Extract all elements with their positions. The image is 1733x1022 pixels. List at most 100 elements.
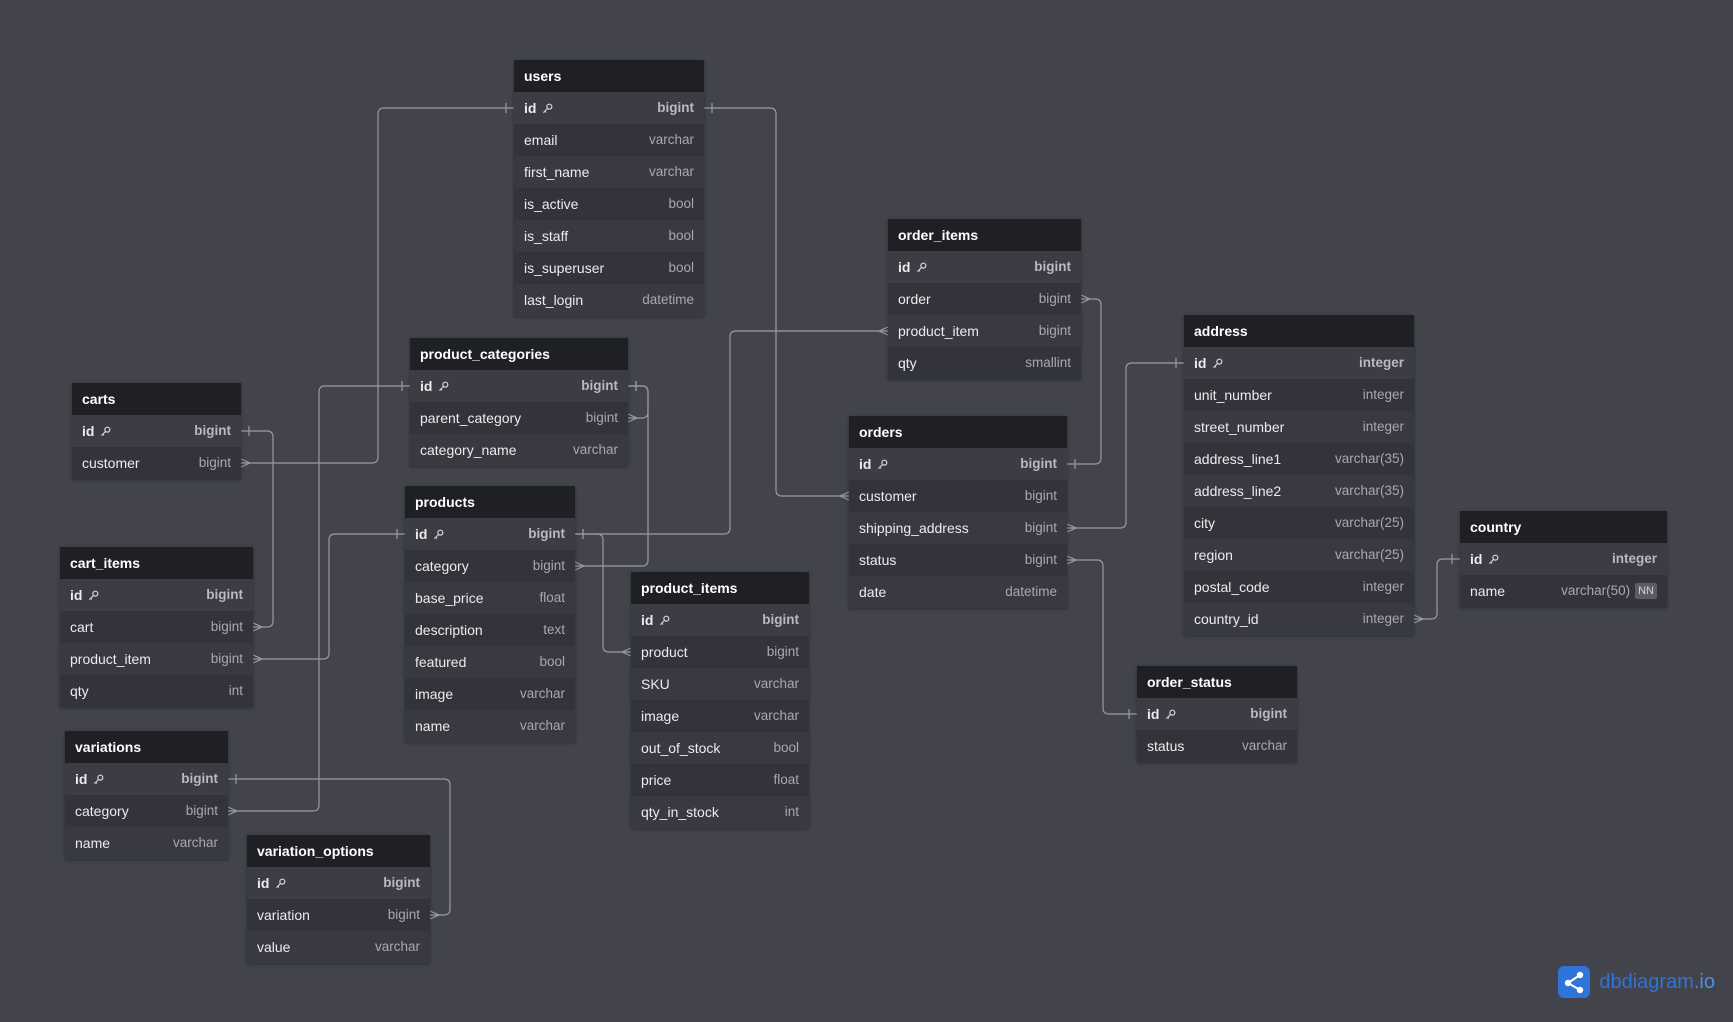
- table-products[interactable]: products id bigint category bigint base_price…: [405, 486, 575, 742]
- field-row[interactable]: image varchar: [631, 700, 809, 732]
- field-row[interactable]: last_login datetime: [514, 284, 704, 316]
- field-row-primary-key[interactable]: id integer: [1460, 543, 1667, 575]
- field-row[interactable]: qty_in_stock int: [631, 796, 809, 828]
- table-carts[interactable]: carts id bigint customer bigint: [72, 383, 241, 479]
- field-row[interactable]: product bigint: [631, 636, 809, 668]
- field-name-wrap: product_item: [898, 315, 979, 347]
- field-row[interactable]: country_id integer: [1184, 603, 1414, 635]
- table-header[interactable]: product_categories: [410, 338, 628, 370]
- field-row[interactable]: product_item bigint: [888, 315, 1081, 347]
- field-row-primary-key[interactable]: id bigint: [410, 370, 628, 402]
- field-row[interactable]: street_number integer: [1184, 411, 1414, 443]
- field-row[interactable]: email varchar: [514, 124, 704, 156]
- field-row[interactable]: postal_code integer: [1184, 571, 1414, 603]
- field-row[interactable]: featured bool: [405, 646, 575, 678]
- field-row-primary-key[interactable]: id bigint: [849, 448, 1067, 480]
- table-users[interactable]: users id bigint email varchar first_name varch…: [514, 60, 704, 316]
- table-country[interactable]: country id integer name varchar(50) NN: [1460, 511, 1667, 607]
- field-row[interactable]: parent_category bigint: [410, 402, 628, 434]
- many-marker: [429, 910, 441, 920]
- table-header[interactable]: address: [1184, 315, 1414, 347]
- field-row-primary-key[interactable]: id integer: [1184, 347, 1414, 379]
- field-row[interactable]: status bigint: [849, 544, 1067, 576]
- field-row[interactable]: image varchar: [405, 678, 575, 710]
- field-row[interactable]: qty int: [60, 675, 253, 707]
- field-row[interactable]: is_staff bool: [514, 220, 704, 252]
- field-row-primary-key[interactable]: id bigint: [888, 251, 1081, 283]
- table-header[interactable]: users: [514, 60, 704, 92]
- field-row[interactable]: address_line2 varchar(35): [1184, 475, 1414, 507]
- field-row[interactable]: customer bigint: [72, 447, 241, 479]
- field-row[interactable]: name varchar: [405, 710, 575, 742]
- field-row[interactable]: category bigint: [65, 795, 228, 827]
- table-header[interactable]: orders: [849, 416, 1067, 448]
- field-row[interactable]: base_price float: [405, 582, 575, 614]
- field-row[interactable]: out_of_stock bool: [631, 732, 809, 764]
- field-row[interactable]: city varchar(25): [1184, 507, 1414, 539]
- field-row-primary-key[interactable]: id bigint: [60, 579, 253, 611]
- table-variation-options[interactable]: variation_options id bigint variation bigint…: [247, 835, 430, 963]
- field-name: id: [1147, 706, 1160, 722]
- field-row[interactable]: region varchar(25): [1184, 539, 1414, 571]
- field-type-wrap: bool: [668, 220, 694, 252]
- field-row[interactable]: status varchar: [1137, 730, 1297, 762]
- field-row-primary-key[interactable]: id bigint: [1137, 698, 1297, 730]
- table-header[interactable]: cart_items: [60, 547, 253, 579]
- field-row[interactable]: price float: [631, 764, 809, 796]
- table-header[interactable]: carts: [72, 383, 241, 415]
- field-row[interactable]: description text: [405, 614, 575, 646]
- field-type-wrap: bigint: [383, 867, 420, 899]
- table-orders[interactable]: orders id bigint customer bigint shipping_add…: [849, 416, 1067, 608]
- table-header[interactable]: variations: [65, 731, 228, 763]
- table-variations[interactable]: variations id bigint category bigint name varc…: [65, 731, 228, 859]
- field-row[interactable]: qty smallint: [888, 347, 1081, 379]
- field-row[interactable]: customer bigint: [849, 480, 1067, 512]
- field-row[interactable]: value varchar: [247, 931, 430, 963]
- table-header[interactable]: product_items: [631, 572, 809, 604]
- field-row[interactable]: cart bigint: [60, 611, 253, 643]
- field-row[interactable]: SKU varchar: [631, 668, 809, 700]
- field-row-primary-key[interactable]: id bigint: [65, 763, 228, 795]
- brand-name: dbdiagram: [1599, 970, 1694, 993]
- field-name: date: [859, 584, 887, 600]
- table-product-categories[interactable]: product_categories id bigint parent_categor…: [410, 338, 628, 466]
- field-row[interactable]: is_active bool: [514, 188, 704, 220]
- field-row[interactable]: address_line1 varchar(35): [1184, 443, 1414, 475]
- field-row-primary-key[interactable]: id bigint: [405, 518, 575, 550]
- field-row[interactable]: name varchar: [65, 827, 228, 859]
- field-type-wrap: varchar: [520, 678, 565, 710]
- diagram-canvas[interactable]: users id bigint email varchar first_name varch…: [0, 0, 1733, 1022]
- table-order-items[interactable]: order_items id bigint order bigint product_it…: [888, 219, 1081, 379]
- table-header[interactable]: country: [1460, 511, 1667, 543]
- field-type-wrap: bigint: [211, 611, 243, 643]
- table-cart-items[interactable]: cart_items id bigint cart bigint product_item…: [60, 547, 253, 707]
- brand-logo[interactable]: dbdiagram.io: [1558, 966, 1715, 998]
- table-header[interactable]: order_items: [888, 219, 1081, 251]
- field-row-primary-key[interactable]: id bigint: [247, 867, 430, 899]
- field-type-wrap: float: [539, 582, 565, 614]
- field-row[interactable]: category bigint: [405, 550, 575, 582]
- field-row[interactable]: shipping_address bigint: [849, 512, 1067, 544]
- field-row[interactable]: product_item bigint: [60, 643, 253, 675]
- field-row[interactable]: date datetime: [849, 576, 1067, 608]
- field-row[interactable]: category_name varchar: [410, 434, 628, 466]
- field-type-wrap: varchar: [1242, 730, 1287, 762]
- table-address[interactable]: address id integer unit_number integer street…: [1184, 315, 1414, 635]
- field-row[interactable]: order bigint: [888, 283, 1081, 315]
- field-row[interactable]: first_name varchar: [514, 156, 704, 188]
- field-name: is_superuser: [524, 260, 605, 276]
- field-row-primary-key[interactable]: id bigint: [631, 604, 809, 636]
- table-header[interactable]: variation_options: [247, 835, 430, 867]
- table-product-items[interactable]: product_items id bigint product bigint SKU var…: [631, 572, 809, 828]
- field-row[interactable]: is_superuser bool: [514, 252, 704, 284]
- field-row[interactable]: name varchar(50) NN: [1460, 575, 1667, 607]
- connector-line: [228, 385, 410, 812]
- table-header[interactable]: order_status: [1137, 666, 1297, 698]
- field-row-primary-key[interactable]: id bigint: [72, 415, 241, 447]
- field-row-primary-key[interactable]: id bigint: [514, 92, 704, 124]
- field-row[interactable]: unit_number integer: [1184, 379, 1414, 411]
- field-row[interactable]: variation bigint: [247, 899, 430, 931]
- table-order-status[interactable]: order_status id bigint status varchar: [1137, 666, 1297, 762]
- field-type-wrap: bigint: [657, 92, 694, 124]
- table-header[interactable]: products: [405, 486, 575, 518]
